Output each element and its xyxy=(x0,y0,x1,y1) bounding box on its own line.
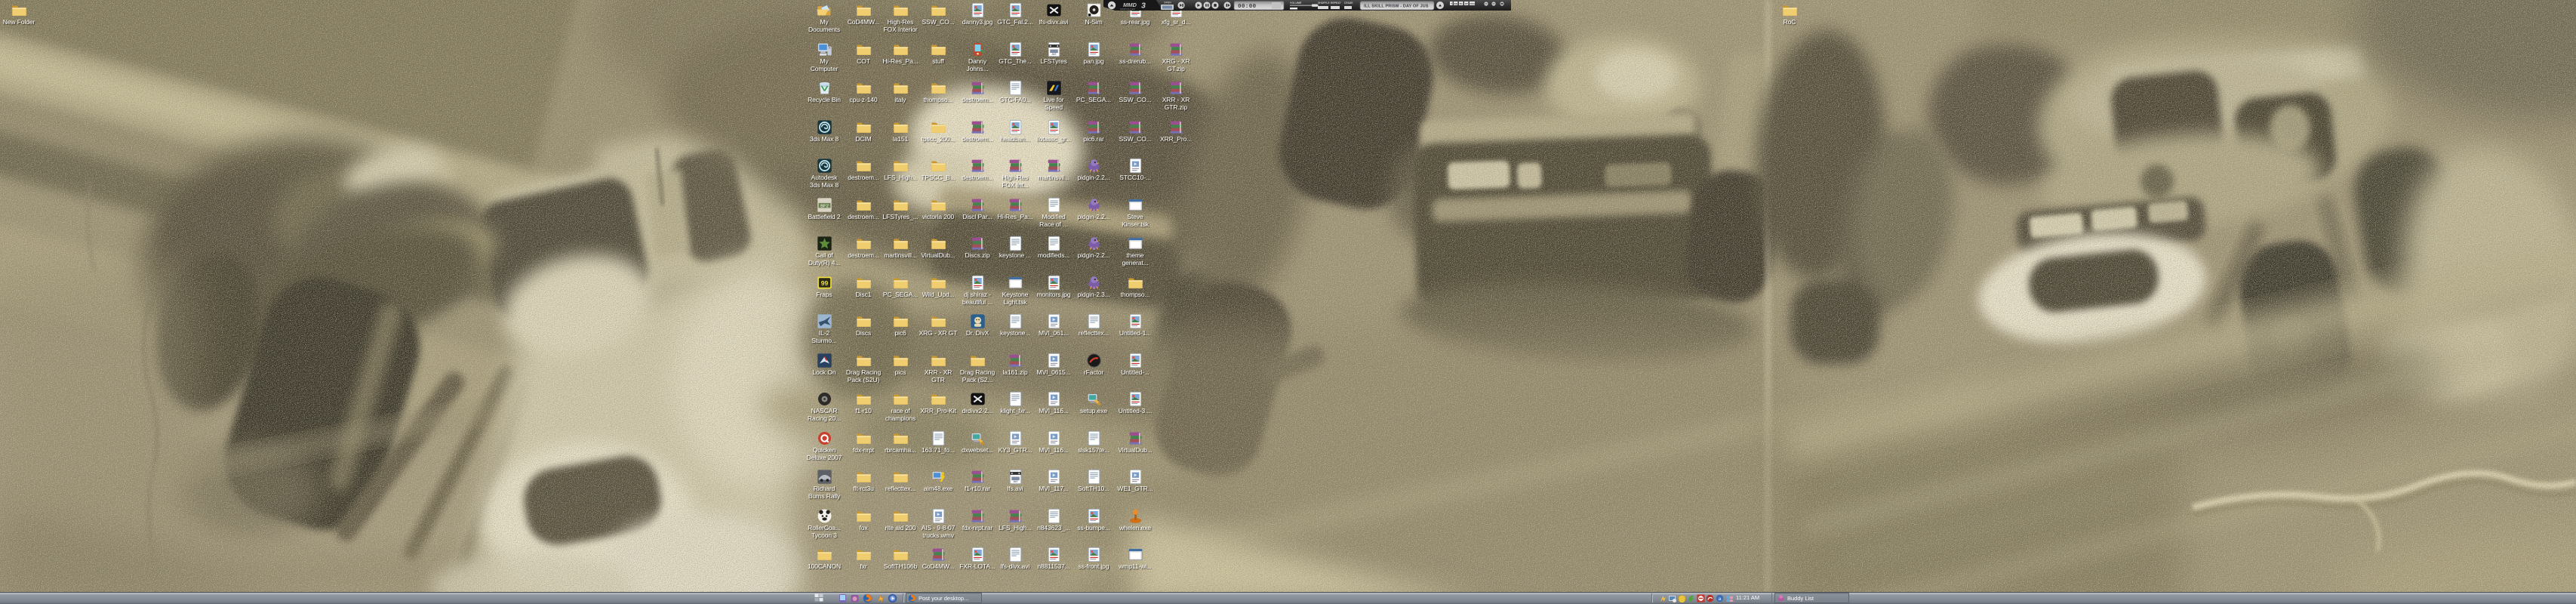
svg-text:00:00: 00:00 xyxy=(1238,4,1257,10)
svg-text:REPEAT: REPEAT xyxy=(1331,2,1341,5)
svg-text:MMD: MMD xyxy=(1123,2,1137,8)
svg-text:CFADE: CFADE xyxy=(1344,2,1353,5)
svg-text:VOLUME: VOLUME xyxy=(1290,2,1302,5)
svg-text:EQ: EQ xyxy=(1454,2,1458,5)
svg-text:3: 3 xyxy=(1141,2,1146,11)
svg-text:SPORT-PLAYER: SPORT-PLAYER xyxy=(1120,8,1135,11)
svg-text:?: ? xyxy=(1451,2,1452,5)
svg-text:ILL SKILL PRISM - DAY OF JUS: ILL SKILL PRISM - DAY OF JUS xyxy=(1364,4,1429,8)
svg-text:a: a xyxy=(1719,596,1722,602)
svg-text:CFG: CFG xyxy=(1470,2,1476,5)
svg-text:CT: CT xyxy=(1465,2,1468,5)
svg-text:OPEN: OPEN xyxy=(1164,2,1171,5)
svg-text:SHUFFLE: SHUFFLE xyxy=(1318,2,1330,5)
svg-text:PL: PL xyxy=(1460,2,1463,5)
